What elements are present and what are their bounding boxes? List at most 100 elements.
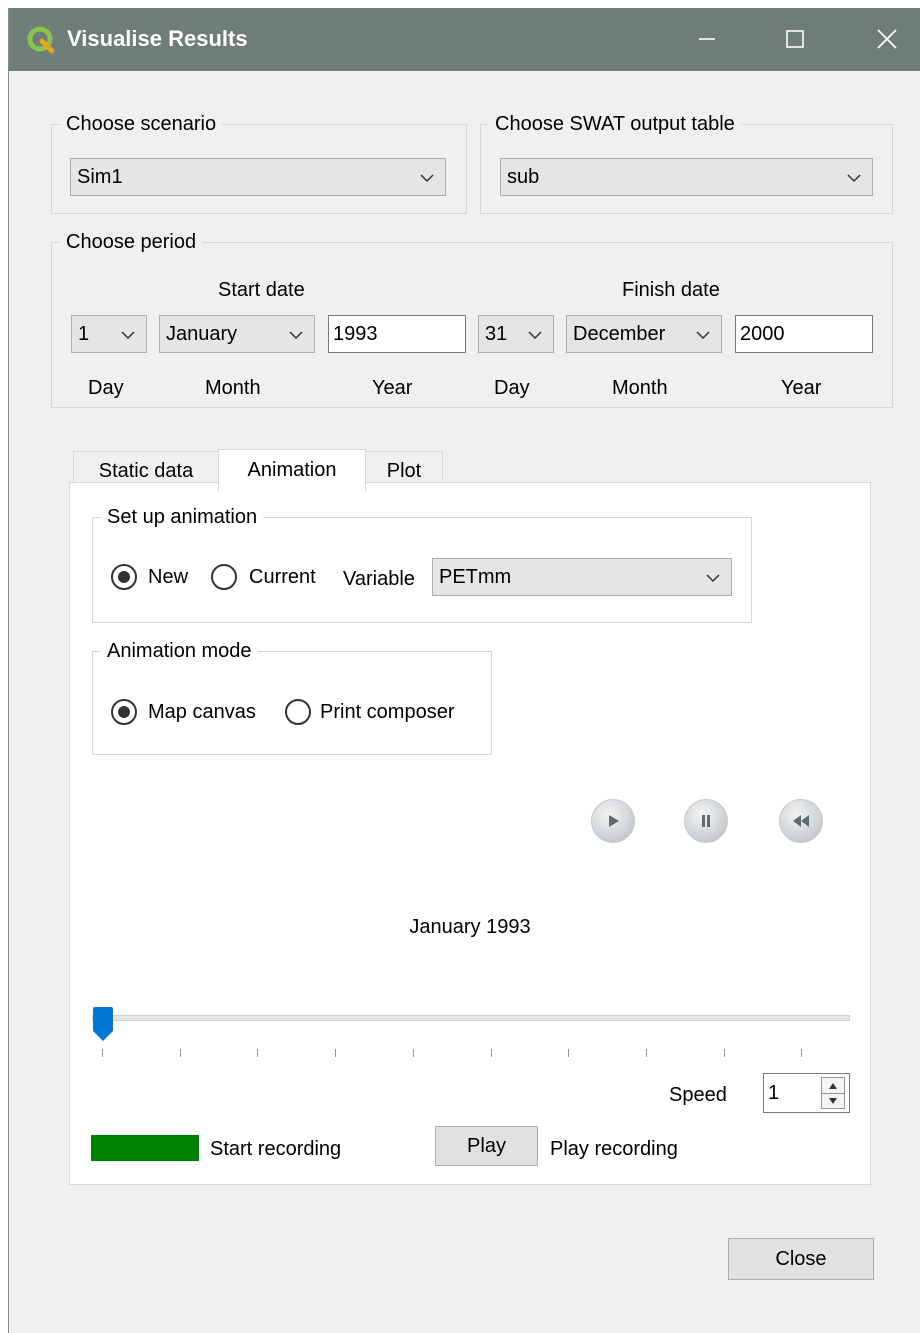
pause-icon [702, 815, 710, 827]
play-animation-button[interactable] [591, 799, 635, 843]
chevron-down-icon [420, 174, 434, 183]
start-year-caption: Year [372, 377, 413, 399]
animation-slider[interactable] [92, 1007, 850, 1067]
window-title: Visualise Results [67, 26, 248, 51]
output-table-group: Choose SWAT output table sub [480, 111, 893, 214]
finish-month-combobox[interactable]: December [566, 315, 722, 353]
scenario-value: Sim1 [77, 165, 123, 188]
maximize-button[interactable] [773, 18, 817, 60]
period-group: Choose period Start date Finish date 1 J… [51, 229, 893, 408]
print-composer-radio[interactable] [285, 699, 311, 725]
start-day-value: 1 [78, 322, 90, 345]
new-radio[interactable] [111, 564, 137, 590]
spin-up-icon[interactable] [827, 1080, 839, 1092]
play-button-label: Play [467, 1134, 506, 1157]
chevron-down-icon [696, 331, 710, 340]
map-canvas-label: Map canvas [148, 701, 256, 723]
animation-date-label: January 1993 [409, 916, 531, 938]
print-composer-label: Print composer [320, 701, 455, 723]
slider-tick [490, 1049, 492, 1057]
finish-day-caption: Day [494, 377, 530, 399]
slider-tick [801, 1049, 803, 1057]
visualise-results-window: Visualise Results Choose scenario Sim1 C… [8, 8, 920, 1333]
slider-tick [568, 1049, 570, 1057]
current-radio-label: Current [249, 566, 316, 588]
scenario-combobox[interactable]: Sim1 [70, 158, 446, 196]
animation-mode-title: Animation mode [101, 638, 258, 664]
tab-label: Static data [98, 460, 194, 482]
play-recording-button[interactable]: Play [435, 1126, 538, 1166]
rewind-animation-button[interactable] [779, 799, 823, 843]
finish-month-value: December [573, 322, 666, 345]
spin-down-icon[interactable] [827, 1095, 839, 1107]
finish-day-value: 31 [485, 322, 508, 345]
tab-label: Plot [386, 460, 422, 482]
slider-tick [102, 1049, 103, 1057]
speed-spinbox[interactable]: 1 [763, 1073, 850, 1113]
tab-animation[interactable]: Animation [218, 449, 366, 491]
chevron-down-icon [847, 174, 861, 183]
slider-tick [257, 1049, 259, 1057]
speed-value: 1 [768, 1081, 780, 1104]
slider-tick [645, 1049, 647, 1057]
current-radio[interactable] [211, 564, 237, 590]
play-recording-label: Play recording [550, 1138, 678, 1160]
pause-animation-button[interactable] [684, 799, 728, 843]
animation-mode-group: Animation mode Map canvas Print composer [92, 638, 492, 755]
start-month-caption: Month [205, 377, 261, 399]
scenario-group: Choose scenario Sim1 [51, 111, 467, 214]
variable-combobox[interactable]: PETmm [432, 558, 732, 596]
variable-value: PETmm [439, 565, 512, 588]
start-date-label: Start date [218, 279, 305, 301]
maximize-icon [786, 30, 804, 48]
start-day-caption: Day [88, 377, 124, 399]
start-recording-label: Start recording [210, 1138, 342, 1160]
slider-track [92, 1015, 850, 1021]
chevron-down-icon [528, 331, 542, 340]
play-icon [609, 815, 619, 827]
rewind-icon [793, 815, 809, 827]
start-year-input[interactable]: 1993 [328, 315, 466, 353]
slider-tick [412, 1049, 414, 1057]
output-table-combobox[interactable]: sub [500, 158, 873, 196]
output-table-group-title: Choose SWAT output table [489, 111, 741, 137]
output-table-value: sub [507, 165, 540, 188]
slider-tick [335, 1049, 337, 1057]
chevron-down-icon [289, 331, 303, 340]
finish-year-caption: Year [781, 377, 822, 399]
finish-year-input[interactable]: 2000 [735, 315, 873, 353]
finish-year-value: 2000 [740, 322, 785, 345]
slider-handle[interactable] [92, 1007, 114, 1043]
setup-animation-title: Set up animation [101, 504, 264, 530]
finish-month-caption: Month [612, 377, 668, 399]
close-icon [877, 29, 897, 49]
speed-stepper[interactable] [821, 1077, 845, 1109]
map-canvas-radio[interactable] [111, 699, 137, 725]
period-group-title: Choose period [60, 229, 203, 255]
qgis-logo-icon [27, 26, 55, 54]
minimize-icon [699, 38, 715, 40]
slider-tick [723, 1049, 725, 1057]
setup-animation-group: Set up animation New Current Variable PE… [92, 504, 752, 623]
variable-label: Variable [343, 568, 415, 590]
slider-tick [179, 1049, 181, 1057]
minimize-button[interactable] [685, 18, 729, 60]
start-year-value: 1993 [333, 322, 378, 345]
chevron-down-icon [706, 574, 720, 583]
close-button[interactable]: Close [728, 1238, 874, 1280]
close-window-button[interactable] [865, 18, 909, 60]
title-bar: Visualise Results [9, 8, 920, 71]
tab-label: Animation [247, 459, 337, 481]
start-month-value: January [166, 322, 238, 345]
close-button-label: Close [775, 1247, 827, 1270]
start-day-combobox[interactable]: 1 [71, 315, 147, 353]
speed-label: Speed [669, 1084, 727, 1106]
chevron-down-icon [121, 331, 135, 340]
scenario-group-title: Choose scenario [60, 111, 223, 137]
start-month-combobox[interactable]: January [159, 315, 315, 353]
finish-date-label: Finish date [622, 279, 720, 301]
animation-tab-panel: Set up animation New Current Variable PE… [69, 482, 871, 1185]
start-recording-button[interactable] [91, 1135, 199, 1161]
new-radio-label: New [148, 566, 189, 588]
finish-day-combobox[interactable]: 31 [478, 315, 554, 353]
